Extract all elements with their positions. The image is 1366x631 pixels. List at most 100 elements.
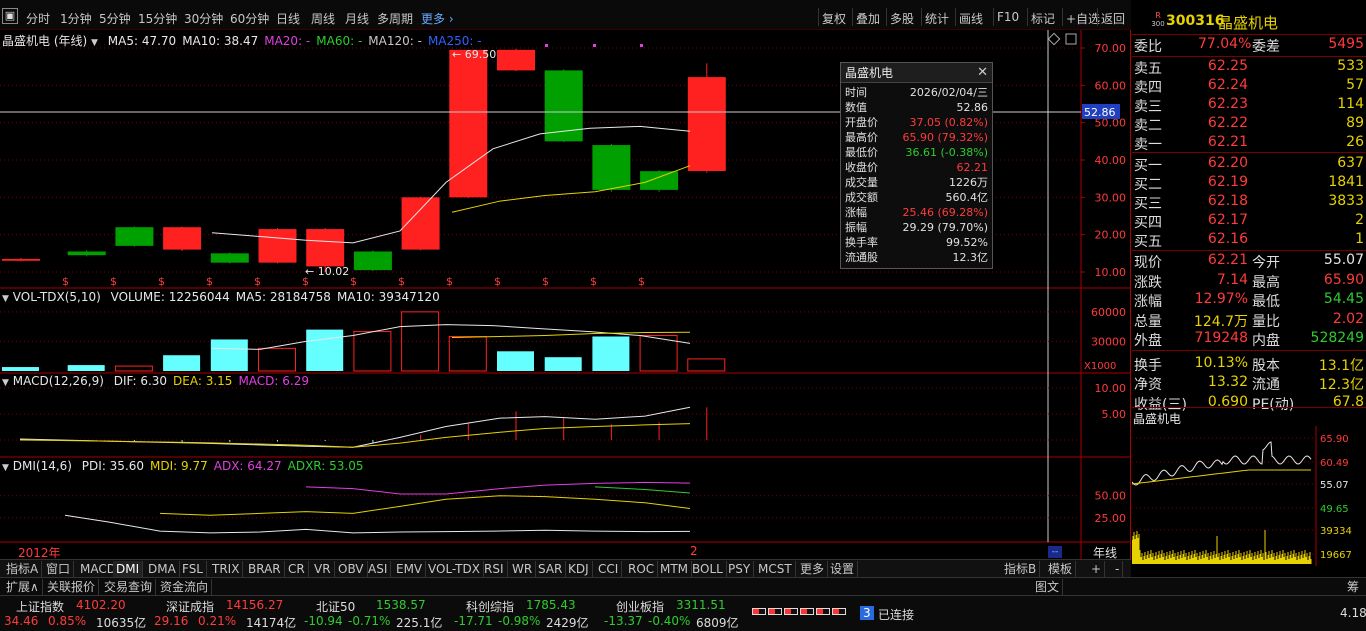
tab-6[interactable]: BRAR	[245, 561, 285, 577]
tab-indicator-a[interactable]: 指标A	[3, 561, 43, 577]
tab-23[interactable]: 更多	[797, 561, 829, 577]
dividend-mark[interactable]: $	[62, 275, 69, 288]
index-item[interactable]: 北证50 1538.57 -10.94 -0.71% 225.1亿	[304, 596, 449, 631]
toolbar-button-2[interactable]: 多股	[890, 10, 914, 27]
extension-item-0[interactable]: 扩展∧	[3, 579, 43, 595]
tab-13[interactable]: RSI	[481, 561, 508, 577]
toolbar-button-6[interactable]: 标记	[1031, 10, 1055, 27]
scroll-indicator[interactable]: --	[1048, 546, 1062, 558]
tab-17[interactable]: CCI	[595, 561, 623, 577]
bid-row[interactable]: 买二 62.19 1841	[1132, 174, 1366, 193]
tab-indicator-b[interactable]: 指标B	[1001, 561, 1041, 577]
timeframe-2[interactable]: 5分钟	[99, 10, 131, 27]
timeframe-9[interactable]: 多周期	[377, 10, 413, 27]
dividend-mark[interactable]: $	[542, 275, 549, 288]
data-tooltip-window[interactable]: 晶盛机电 ✕ 时间 2026/02/04/三 数值 52.86 开盘价 37.05 (0.…	[840, 62, 993, 269]
volume-bar[interactable]	[163, 355, 201, 371]
tab-18[interactable]: ROC	[625, 561, 659, 577]
dividend-mark[interactable]: $	[398, 275, 405, 288]
volume-bar[interactable]	[306, 329, 344, 371]
volume-bar[interactable]	[544, 357, 582, 371]
expand-icon[interactable]	[1065, 33, 1077, 45]
ask-row[interactable]: 卖一 62.21 26	[1132, 134, 1366, 153]
volume-bar[interactable]	[114, 365, 153, 372]
close-icon[interactable]: ✕	[977, 65, 988, 81]
extension-item-3[interactable]: 资金流向	[157, 579, 213, 595]
candle[interactable]	[497, 48, 535, 72]
volume-bar[interactable]	[67, 365, 105, 371]
bid-row[interactable]: 买五 62.16 1	[1132, 231, 1366, 250]
toolbar-button-0[interactable]: 复权	[822, 10, 846, 27]
tab-14[interactable]: WR	[509, 561, 537, 577]
tab-16[interactable]: KDJ	[565, 561, 593, 577]
candle[interactable]	[67, 250, 106, 257]
candle[interactable]	[163, 226, 202, 252]
dividend-mark[interactable]: $	[254, 275, 261, 288]
candle[interactable]	[640, 170, 679, 192]
extension-item-2[interactable]: 交易查询	[101, 579, 157, 595]
bid-row[interactable]: 买四 62.17 2	[1132, 212, 1366, 231]
volume-bar[interactable]	[497, 351, 534, 371]
dividend-mark[interactable]: $	[590, 275, 597, 288]
candle[interactable]	[592, 143, 631, 192]
dividend-mark[interactable]: $	[302, 275, 309, 288]
ask-row[interactable]: 卖三 62.23 114	[1132, 96, 1366, 115]
dropdown-icon[interactable]: ▼	[2, 378, 9, 388]
tab-8[interactable]: VR	[311, 561, 335, 577]
tab-22[interactable]: MCST	[755, 561, 796, 577]
timeframe-6[interactable]: 日线	[276, 10, 300, 27]
dividend-mark[interactable]: $	[350, 275, 357, 288]
volume-bar[interactable]	[687, 358, 726, 372]
candle[interactable]	[353, 250, 392, 271]
connection-status[interactable]: 已连接	[878, 606, 914, 623]
candle[interactable]	[258, 227, 297, 264]
dropdown-icon[interactable]: ▼	[91, 38, 98, 48]
mini-intraday-chart[interactable]: 65.90 60.49 55.07 49.65 39334 19667	[1132, 426, 1366, 566]
tab-21[interactable]: PSY	[725, 561, 755, 577]
tab-0[interactable]: 窗口	[43, 561, 75, 577]
timeframe-8[interactable]: 月线	[345, 10, 369, 27]
candle[interactable]	[210, 252, 249, 264]
toolbar-button-4[interactable]: 画线	[959, 10, 983, 27]
timeframe-5[interactable]: 60分钟	[230, 10, 269, 27]
volume-bar[interactable]	[258, 347, 296, 372]
tab-10[interactable]: ASI	[365, 561, 392, 577]
timeframe-4[interactable]: 30分钟	[184, 10, 223, 27]
more-periods-button[interactable]: 更多 ›	[421, 10, 454, 27]
toolbar-button-7[interactable]: +自选	[1066, 10, 1100, 27]
ask-row[interactable]: 卖五 62.25 533	[1132, 58, 1366, 77]
plus-icon[interactable]: +	[1088, 561, 1106, 577]
timeframe-0[interactable]: 分时	[26, 10, 50, 27]
tab-19[interactable]: MTM	[657, 561, 693, 577]
toolbar-button-3[interactable]: 统计	[925, 10, 949, 27]
chart-area[interactable]: 70.00 60.00 50.00 40.00 30.00 20.00 10.00 ← 69.…	[0, 30, 1131, 560]
toolbar-button-1[interactable]: 叠加	[856, 10, 880, 27]
tab-24[interactable]: 设置	[827, 561, 859, 577]
dividend-mark[interactable]: $	[638, 275, 645, 288]
tab-5[interactable]: TRIX	[209, 561, 244, 577]
volume-bar[interactable]	[592, 336, 630, 372]
tab-12[interactable]: VOL-TDX	[425, 561, 484, 577]
tab-20[interactable]: BOLL	[689, 561, 727, 577]
volume-bar[interactable]	[210, 339, 248, 371]
ask-row[interactable]: 卖四 62.24 57	[1132, 77, 1366, 96]
bid-row[interactable]: 买一 62.20 637	[1132, 155, 1366, 174]
tab-template[interactable]: 模板	[1045, 561, 1077, 577]
candle[interactable]	[687, 63, 726, 173]
dividend-mark[interactable]: $	[110, 275, 117, 288]
tab-15[interactable]: SAR	[535, 561, 567, 577]
minus-icon[interactable]: -	[1112, 561, 1124, 577]
dividend-mark[interactable]: $	[158, 275, 165, 288]
tab-7[interactable]: CR	[285, 561, 309, 577]
candle[interactable]	[115, 226, 154, 247]
bid-row[interactable]: 买三 62.18 3833	[1132, 193, 1366, 212]
dropdown-icon[interactable]: ▼	[2, 463, 9, 473]
dropdown-icon[interactable]: ▼	[2, 294, 9, 304]
timeframe-3[interactable]: 15分钟	[138, 10, 177, 27]
tab-4[interactable]: FSL	[179, 561, 207, 577]
dividend-mark[interactable]: $	[446, 275, 453, 288]
graphic-text-button[interactable]: 图文	[1032, 579, 1064, 595]
extension-item-1[interactable]: 关联报价	[44, 579, 100, 595]
candle[interactable]	[2, 257, 40, 262]
volume-bar[interactable]	[2, 367, 39, 371]
